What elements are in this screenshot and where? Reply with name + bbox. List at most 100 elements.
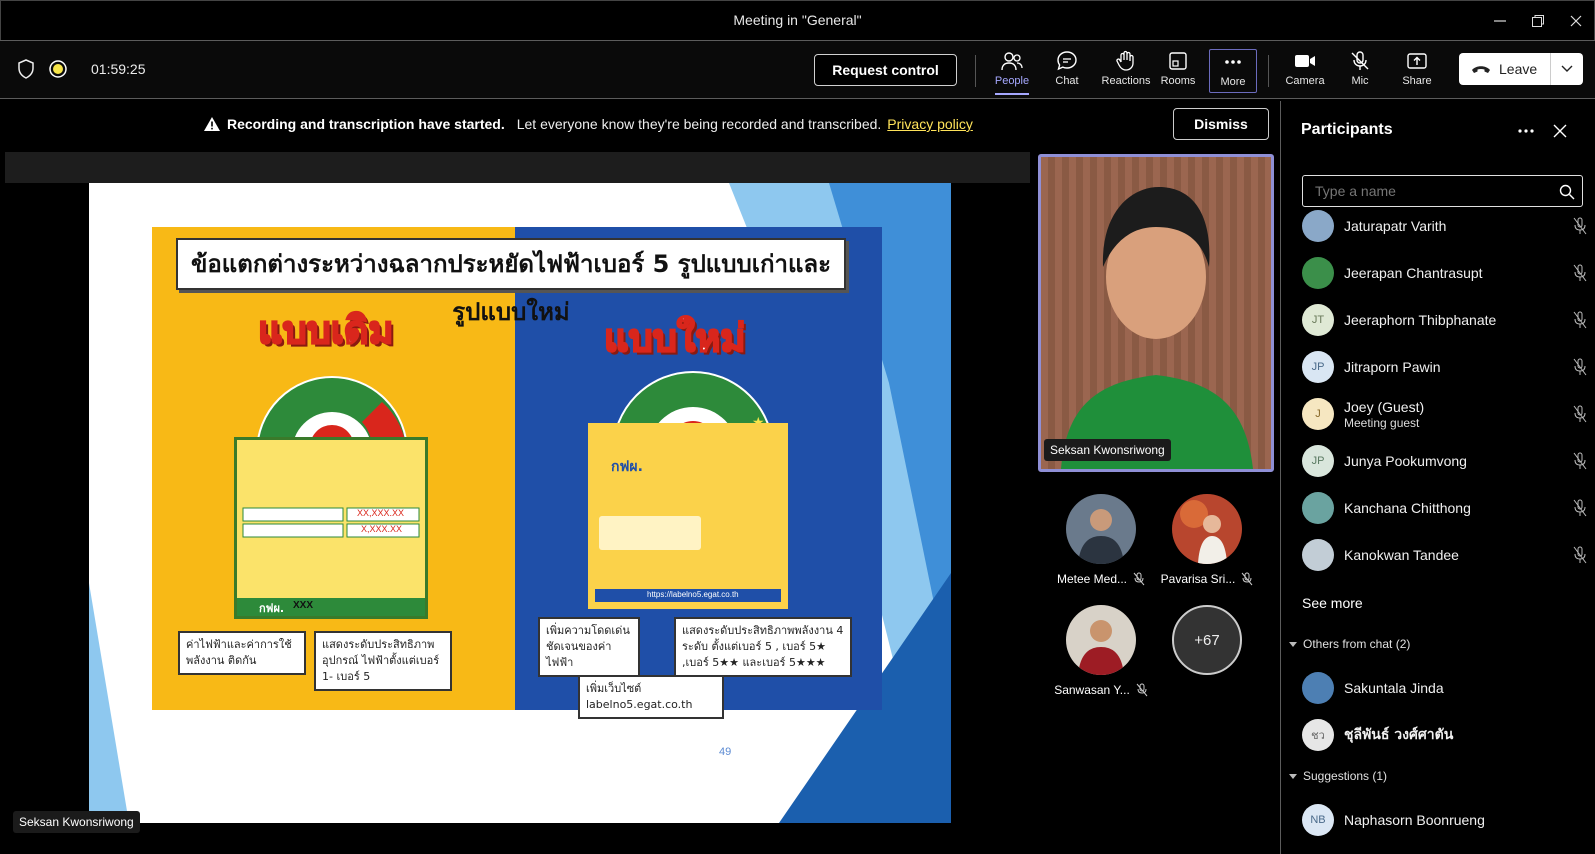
avatar bbox=[1302, 539, 1334, 571]
title-bar: Meeting in "General" bbox=[0, 0, 1595, 40]
video-tile-name: Metee Med... bbox=[1056, 572, 1128, 586]
new-label-card: กฟผ. https://labelno5.egat.co.th bbox=[588, 423, 788, 609]
participant-name: Kanchana Chitthong bbox=[1344, 500, 1471, 516]
more-options-icon[interactable] bbox=[1518, 128, 1534, 134]
old-note-1: ค่าไฟฟ้าและค่าการใช้พลังงาน ติดกัน bbox=[178, 631, 306, 675]
old-label-heading: แบบเดิม bbox=[257, 307, 394, 353]
maximize-button[interactable] bbox=[1523, 7, 1553, 35]
participant-row[interactable]: Jaturapatr Varith bbox=[1302, 204, 1587, 248]
share-button[interactable]: Share bbox=[1392, 49, 1442, 93]
dismiss-button[interactable]: Dismiss bbox=[1173, 108, 1269, 140]
avatar: J bbox=[1302, 398, 1334, 430]
old-note-2: แสดงระดับประสิทธิภาพอุปกรณ์ ไฟฟ้าตั้งแต่… bbox=[314, 631, 452, 691]
banner-text: Recording and transcription have started… bbox=[203, 116, 973, 132]
participant-avatar bbox=[1066, 605, 1136, 675]
participant-name: Jeerapan Chantrasupt bbox=[1344, 265, 1483, 281]
mic-muted-icon bbox=[1573, 217, 1587, 235]
overflow-participants-button[interactable]: +67 bbox=[1152, 605, 1262, 675]
mic-button[interactable]: Mic bbox=[1335, 49, 1385, 93]
participant-name: Joey (Guest) bbox=[1344, 398, 1425, 415]
new-card-url: https://labelno5.egat.co.th bbox=[647, 590, 739, 599]
chevron-down-icon bbox=[1561, 65, 1573, 72]
minimize-icon bbox=[1494, 20, 1506, 22]
mic-label: Mic bbox=[1351, 75, 1369, 87]
speaker-video-tile[interactable]: Seksan Kwonsriwong bbox=[1038, 154, 1274, 472]
new-card-brand: กฟผ. bbox=[611, 459, 643, 475]
people-icon bbox=[1001, 52, 1023, 71]
old-kwh-field: X,XXX.XX bbox=[361, 524, 403, 534]
avatar: NB bbox=[1302, 804, 1334, 836]
search-icon[interactable] bbox=[1559, 184, 1575, 200]
request-control-button[interactable]: Request control bbox=[814, 54, 957, 86]
participant-avatar bbox=[1172, 494, 1242, 564]
minimize-button[interactable] bbox=[1485, 7, 1515, 35]
people-button[interactable]: People bbox=[987, 49, 1037, 95]
participant-row[interactable]: Sakuntala Jinda bbox=[1302, 666, 1587, 710]
leave-options-button[interactable] bbox=[1551, 65, 1583, 73]
new-note-3: เพิ่มเว็บไซต์ labelno5.egat.co.th bbox=[578, 675, 724, 719]
participant-name: Junya Pookumvong bbox=[1344, 453, 1467, 469]
participant-name: Kanokwan Tandee bbox=[1344, 547, 1459, 563]
phone-hangup-icon bbox=[1472, 66, 1490, 73]
participant-row[interactable]: JP Junya Pookumvong bbox=[1302, 439, 1587, 483]
participant-search-input[interactable] bbox=[1302, 175, 1583, 207]
mic-muted-icon bbox=[1573, 311, 1587, 329]
meeting-timer: 01:59:25 bbox=[91, 61, 146, 77]
participant-row[interactable]: JT Jeeraphorn Thibphanate bbox=[1302, 298, 1587, 342]
mic-muted-icon bbox=[1351, 51, 1369, 70]
restore-icon bbox=[1532, 15, 1544, 27]
chat-icon bbox=[1057, 51, 1077, 71]
suggestions-section-title: Suggestions (1) bbox=[1303, 769, 1388, 783]
video-tile[interactable]: Metee Med... bbox=[1046, 494, 1156, 586]
participant-name: ชุลีพันธ์ วงศ์ศาตัน bbox=[1344, 727, 1454, 743]
others-section-header[interactable]: Others from chat (2) bbox=[1289, 637, 1410, 651]
close-icon bbox=[1570, 15, 1582, 27]
participant-name: Jitraporn Pawin bbox=[1344, 359, 1441, 375]
recording-banner: Recording and transcription have started… bbox=[0, 101, 1277, 149]
shared-content-stage: ข้อแตกต่างระหว่างฉลากประหยัดไฟฟ้าเบอร์ 5… bbox=[5, 152, 1030, 854]
caret-down-icon bbox=[1289, 641, 1297, 647]
leave-label: Leave bbox=[1499, 61, 1538, 77]
close-window-button[interactable] bbox=[1561, 7, 1591, 35]
mic-muted-icon bbox=[1573, 358, 1587, 376]
caret-down-icon bbox=[1289, 773, 1297, 779]
camera-label: Camera bbox=[1285, 75, 1325, 87]
video-tile[interactable]: Sanwasan Y... bbox=[1046, 605, 1156, 697]
participant-row[interactable]: NB Naphasorn Boonrueng bbox=[1302, 798, 1587, 842]
participant-row[interactable]: ชว ชุลีพันธ์ วงศ์ศาตัน bbox=[1302, 713, 1587, 757]
participant-row[interactable]: JP Jitraporn Pawin bbox=[1302, 345, 1587, 389]
participant-row[interactable]: J Joey (Guest) Meeting guest bbox=[1302, 392, 1587, 436]
more-button[interactable]: More bbox=[1209, 49, 1257, 93]
slide-poster: ข้อแตกต่างระหว่างฉลากประหยัดไฟฟ้าเบอร์ 5… bbox=[152, 227, 882, 719]
privacy-policy-link[interactable]: Privacy policy bbox=[887, 116, 973, 132]
chat-button[interactable]: Chat bbox=[1042, 49, 1092, 93]
participant-row[interactable]: Jeerapan Chantrasupt bbox=[1302, 251, 1587, 295]
participant-row[interactable]: Kanchana Chitthong bbox=[1302, 486, 1587, 530]
video-tile[interactable]: Pavarisa Sri... bbox=[1152, 494, 1262, 586]
new-note-2: แสดงระดับประสิทธิภาพพลังงาน 4 ระดับ ตั้ง… bbox=[674, 617, 852, 677]
participant-name: Naphasorn Boonrueng bbox=[1344, 812, 1485, 828]
avatar: JP bbox=[1302, 351, 1334, 383]
more-label: More bbox=[1220, 76, 1246, 88]
mic-muted-icon bbox=[1573, 499, 1587, 517]
reactions-label: Reactions bbox=[1101, 75, 1151, 87]
suggestions-section-header[interactable]: Suggestions (1) bbox=[1289, 769, 1387, 783]
mic-muted-icon bbox=[1133, 572, 1145, 586]
avatar: JP bbox=[1302, 445, 1334, 477]
see-more-link[interactable]: See more bbox=[1302, 595, 1363, 611]
avatar bbox=[1302, 672, 1334, 704]
participant-row[interactable]: Kanokwan Tandee bbox=[1302, 533, 1587, 577]
reactions-button[interactable]: Reactions bbox=[1096, 49, 1156, 93]
video-tile-name: Pavarisa Sri... bbox=[1160, 572, 1236, 586]
shield-icon[interactable] bbox=[17, 59, 35, 79]
meeting-toolbar: 01:59:25 Request control People Chat Rea… bbox=[0, 40, 1595, 99]
presentation-slide: ข้อแตกต่างระหว่างฉลากประหยัดไฟฟ้าเบอร์ 5… bbox=[89, 183, 951, 823]
avatar bbox=[1302, 210, 1334, 242]
avatar: JT bbox=[1302, 304, 1334, 336]
leave-button[interactable]: Leave bbox=[1459, 53, 1551, 85]
close-panel-icon[interactable] bbox=[1553, 124, 1567, 138]
leave-button-group: Leave bbox=[1459, 53, 1583, 85]
recording-icon bbox=[49, 60, 67, 78]
camera-button[interactable]: Camera bbox=[1280, 49, 1330, 93]
rooms-button[interactable]: Rooms bbox=[1153, 49, 1203, 93]
